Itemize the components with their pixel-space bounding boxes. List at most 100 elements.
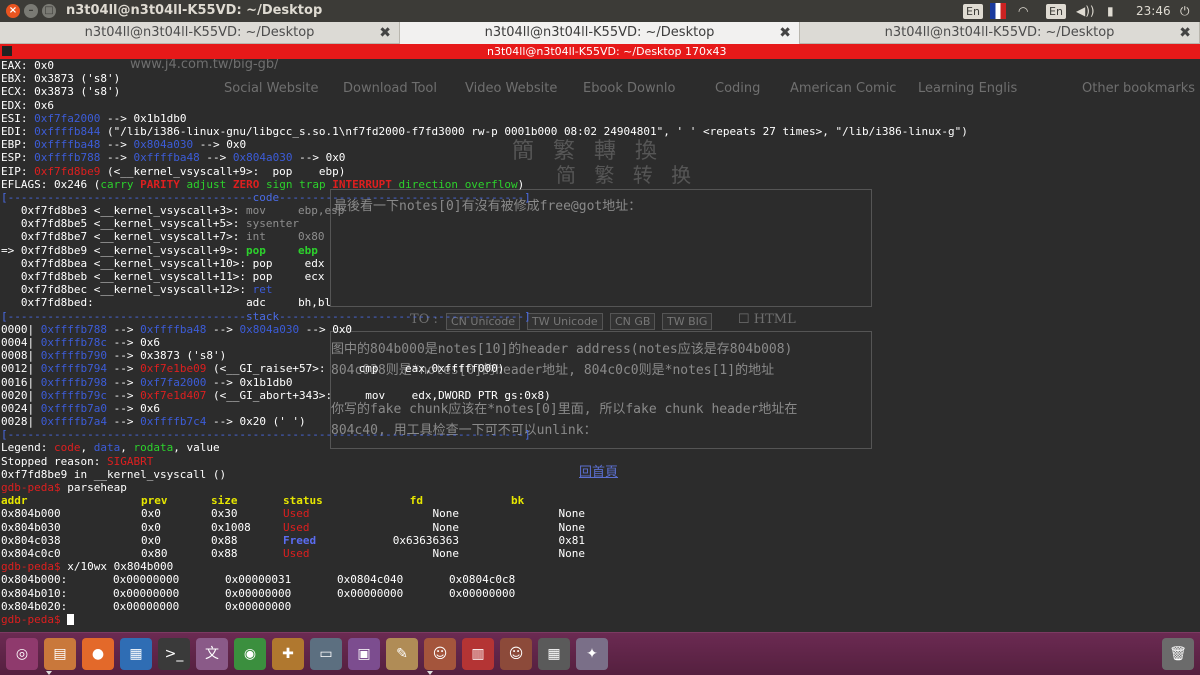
reg-esp: ESP: 0xffffb788 --> 0xffffba48 --> 0x804… (1, 151, 1199, 164)
stack-rest: (<__GI_raise+57>: cmp eax,0xfffff000) (206, 362, 505, 376)
photo-app-1-launcher[interactable]: ☺ (424, 638, 456, 670)
close-tab-icon[interactable]: ✖ (1179, 22, 1191, 44)
legend-prefix: Legend: (1, 441, 54, 455)
heap-row: 0x804c038 0x0 0x88 Freed 0x63636363 0x81 (1, 534, 1199, 547)
memdump-word: 0x00000000 (225, 599, 292, 613)
reg-eflags: EFLAGS: 0x246 (carry PARITY adjust ZERO … (1, 178, 1199, 191)
running-indicator-icon (46, 671, 52, 675)
stack-rest: --> 0x1b1db0 (206, 375, 293, 389)
reg-ebx-name: EBX: (1, 72, 35, 86)
photo-app-2-launcher[interactable]: ☺ (500, 638, 532, 670)
heap-row: 0x804b000 0x0 0x30 Used None None (1, 507, 1199, 520)
trash-launcher[interactable]: 🗑 (1162, 638, 1194, 670)
wifi-icon[interactable]: ◠ (1018, 2, 1028, 20)
input-method-indicator[interactable]: En (1046, 4, 1066, 19)
heap-column-header: bk (511, 494, 525, 508)
workspace-switcher-icon: ▦ (547, 646, 561, 662)
code-opcode: pop (252, 270, 273, 283)
active-prompt-line[interactable]: gdb-peda$ (1, 613, 1199, 626)
text-editor-launcher[interactable]: ✎ (386, 638, 418, 670)
stack-sep (34, 402, 41, 415)
code-prefix (1, 257, 21, 270)
stack-section-header: [------------------------------------sta… (1, 309, 531, 323)
flag-icon[interactable] (990, 3, 1006, 19)
reg-ebp-addr1: 0xffffba48 (34, 138, 101, 152)
tab-terminal-2[interactable]: n3t04ll@n3t04ll-K55VD: ~/Desktop ✖ (400, 22, 800, 44)
reg-edi-name: EDI: (1, 124, 35, 138)
code-section-header: [-------------------------------------co… (1, 190, 531, 204)
settings-icon: ✚ (282, 646, 294, 662)
stack-arrow: --> 0x3873 ('s8') (106, 349, 227, 363)
stack-arrow: --> 0x6 (106, 335, 160, 349)
terminal-menu-icon[interactable] (2, 46, 12, 56)
ubuntu-dash-icon: ◎ (15, 646, 29, 662)
close-tab-icon[interactable]: ✖ (779, 22, 791, 44)
code-address: 0xf7fd8beb <__kernel_vsyscall+11>: (20, 270, 247, 283)
code-line: => 0xf7fd8be9 <__kernel_vsyscall+9>: pop… (1, 244, 1199, 257)
heap-cell: 0x30 (211, 507, 238, 521)
battery-icon[interactable]: ▮ (1107, 2, 1114, 20)
heap-cell: 0x88 (211, 533, 238, 547)
reg-esp-name: ESP: (1, 151, 35, 165)
maximize-window-button[interactable]: □ (42, 4, 56, 18)
stack-arrow: --> (106, 362, 141, 376)
stack-sep (34, 323, 41, 336)
stack-offset: 0024| (1, 401, 35, 415)
settings-launcher[interactable]: ✚ (272, 638, 304, 670)
window-manager-icon: ▣ (357, 646, 371, 662)
remote-desktop-launcher[interactable]: ▭ (310, 638, 342, 670)
tab-terminal-3[interactable]: n3t04ll@n3t04ll-K55VD: ~/Desktop ✖ (800, 22, 1200, 44)
terminal-launcher[interactable]: >_ (158, 638, 190, 670)
minimize-window-button[interactable]: – (24, 4, 38, 18)
chrome-launcher[interactable]: ◉ (234, 638, 266, 670)
presentation-launcher[interactable]: ▥ (462, 638, 494, 670)
heap-table: addr prev size status fd bk 0x804b000 0x0 0x30 Us… (1, 494, 1199, 560)
firefox-launcher[interactable]: ● (82, 638, 114, 670)
stack-value2: 0x804a030 (239, 322, 300, 336)
window-manager-launcher[interactable]: ▣ (348, 638, 380, 670)
ubuntu-dash-launcher[interactable]: ◎ (6, 638, 38, 670)
flag-overflow: overflow (464, 177, 518, 191)
stack-value: 0xf7e1d407 (140, 388, 207, 402)
stack-address: 0xffffb788 (40, 322, 107, 336)
unicode-app-launcher[interactable]: 文 (196, 638, 228, 670)
code-prefix (1, 296, 21, 309)
close-window-button[interactable]: × (6, 4, 20, 18)
heap-cell: None (558, 546, 586, 560)
stack-line: 0000| 0xffffb788 --> 0xffffba48 --> 0x80… (1, 323, 1199, 336)
memdump-word: 0x00000000 (449, 586, 516, 600)
code-prefix (1, 230, 21, 243)
reg-esi-name: ESI: (1, 111, 35, 125)
reg-esp-addr1: 0xffffb788 (34, 151, 101, 165)
stopped-prefix: Stopped reason: (1, 454, 107, 468)
keyboard-layout-indicator[interactable]: En (963, 4, 983, 19)
stack-line: 0016| 0xffffb798 --> 0xf7fa2000 --> 0x1b… (1, 376, 1199, 389)
memdump-address: 0x804b020: (1, 599, 68, 613)
workspace-switcher-launcher[interactable]: ▦ (538, 638, 570, 670)
heap-column-header: size (211, 494, 238, 508)
code-args: ebp (298, 243, 318, 257)
text-editor-icon: ✎ (396, 646, 408, 662)
code-pad (239, 204, 246, 217)
volume-icon[interactable]: ◀)) (1076, 2, 1095, 20)
files-launcher[interactable]: ▤ (44, 638, 76, 670)
clock[interactable]: 23:46 (1136, 2, 1171, 20)
window-title: n3t04ll@n3t04ll-K55VD: ~/Desktop (66, 3, 323, 18)
memdump-word: 0x00000000 (113, 573, 180, 587)
stack-offset: 0000| (1, 322, 35, 336)
stack-line: 0004| 0xffffb78c --> 0x6 (1, 336, 1199, 349)
tab-terminal-1[interactable]: n3t04ll@n3t04ll-K55VD: ~/Desktop ✖ (0, 22, 400, 44)
heap-cell: 0x63636363 (392, 533, 459, 547)
code-prefix (1, 283, 21, 296)
memdump-word: 0x00000000 (225, 586, 292, 600)
close-tab-icon[interactable]: ✖ (379, 22, 391, 44)
heap-cell: 0x804b030 (1, 520, 61, 534)
terminal-view[interactable]: www.j4.com.tw/big-gb/ Social Website Down… (0, 59, 1200, 632)
power-icon[interactable]: ⏻ (1180, 2, 1190, 20)
libreoffice-writer-launcher[interactable]: ▦ (120, 638, 152, 670)
screenshot-launcher[interactable]: ✦ (576, 638, 608, 670)
reg-eip-rest: (<__kernel_vsyscall+9>: pop ebp) (100, 164, 346, 178)
screenshot-icon: ✦ (586, 646, 598, 662)
reg-esp-addr3: 0x804a030 (232, 151, 293, 165)
reg-ecx-name: ECX: (1, 85, 35, 99)
